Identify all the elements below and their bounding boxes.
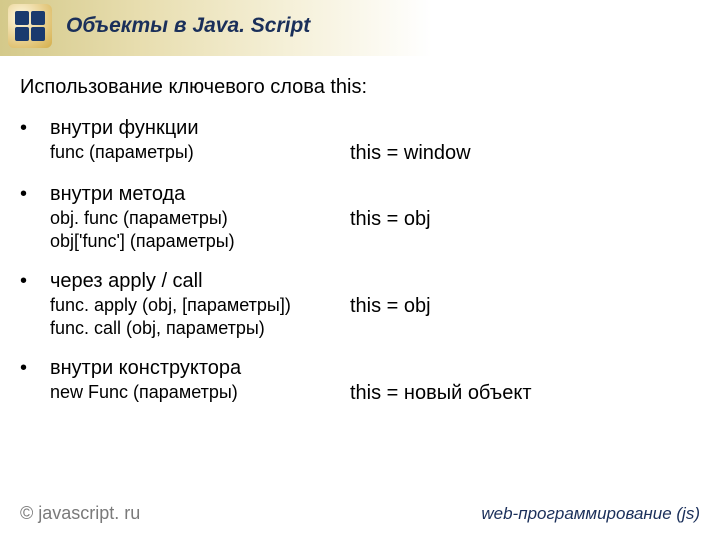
this-value: this = новый объект bbox=[350, 382, 531, 405]
code-example: obj. func (параметры) bbox=[50, 208, 350, 231]
bullet-icon: • bbox=[20, 117, 50, 140]
this-value: this = window bbox=[350, 142, 471, 165]
bullet-icon: • bbox=[20, 357, 50, 380]
code-example: new Func (параметры) bbox=[50, 382, 350, 405]
code-example: obj['func'] (параметры) bbox=[50, 231, 350, 252]
bullet-icon: • bbox=[20, 270, 50, 293]
slide-content: Использование ключевого слова this: • вн… bbox=[0, 56, 720, 405]
section-method: • внутри метода obj. func (параметры) th… bbox=[20, 183, 700, 252]
section-apply-call: • через apply / call func. apply (obj, [… bbox=[20, 270, 700, 339]
code-example: func (параметры) bbox=[50, 142, 350, 165]
slide-header: Объекты в Java. Script bbox=[0, 0, 720, 56]
bullet-heading: внутри функции bbox=[50, 117, 700, 140]
slide-footer: © javascript. ru web-программирование (j… bbox=[20, 503, 700, 524]
this-value: this = obj bbox=[350, 208, 431, 231]
bullet-heading: через apply / call bbox=[50, 270, 700, 293]
this-value: this = obj bbox=[350, 295, 431, 318]
slide-title: Объекты в Java. Script bbox=[66, 6, 720, 38]
bullet-item: • через apply / call bbox=[20, 270, 700, 293]
bullet-heading: внутри конструктора bbox=[50, 357, 700, 380]
logo-badge bbox=[8, 4, 52, 48]
bullet-item: • внутри функции bbox=[20, 117, 700, 140]
intro-text: Использование ключевого слова this: bbox=[20, 76, 700, 99]
copyright-text: © javascript. ru bbox=[20, 503, 140, 524]
detail-row: func. call (obj, параметры) bbox=[20, 318, 700, 339]
code-example: func. apply (obj, [параметры]) bbox=[50, 295, 350, 318]
bullet-heading: внутри метода bbox=[50, 183, 700, 206]
bullet-item: • внутри конструктора bbox=[20, 357, 700, 380]
course-label: web-программирование (js) bbox=[481, 504, 700, 524]
detail-row: new Func (параметры) this = новый объект bbox=[20, 382, 700, 405]
code-example: func. call (obj, параметры) bbox=[50, 318, 350, 339]
detail-row: obj['func'] (параметры) bbox=[20, 231, 700, 252]
bullet-icon: • bbox=[20, 183, 50, 206]
logo-icon bbox=[15, 11, 45, 41]
section-function: • внутри функции func (параметры) this =… bbox=[20, 117, 700, 165]
detail-row: obj. func (параметры) this = obj bbox=[20, 208, 700, 231]
detail-row: func (параметры) this = window bbox=[20, 142, 700, 165]
bullet-item: • внутри метода bbox=[20, 183, 700, 206]
section-constructor: • внутри конструктора new Func (параметр… bbox=[20, 357, 700, 405]
detail-row: func. apply (obj, [параметры]) this = ob… bbox=[20, 295, 700, 318]
